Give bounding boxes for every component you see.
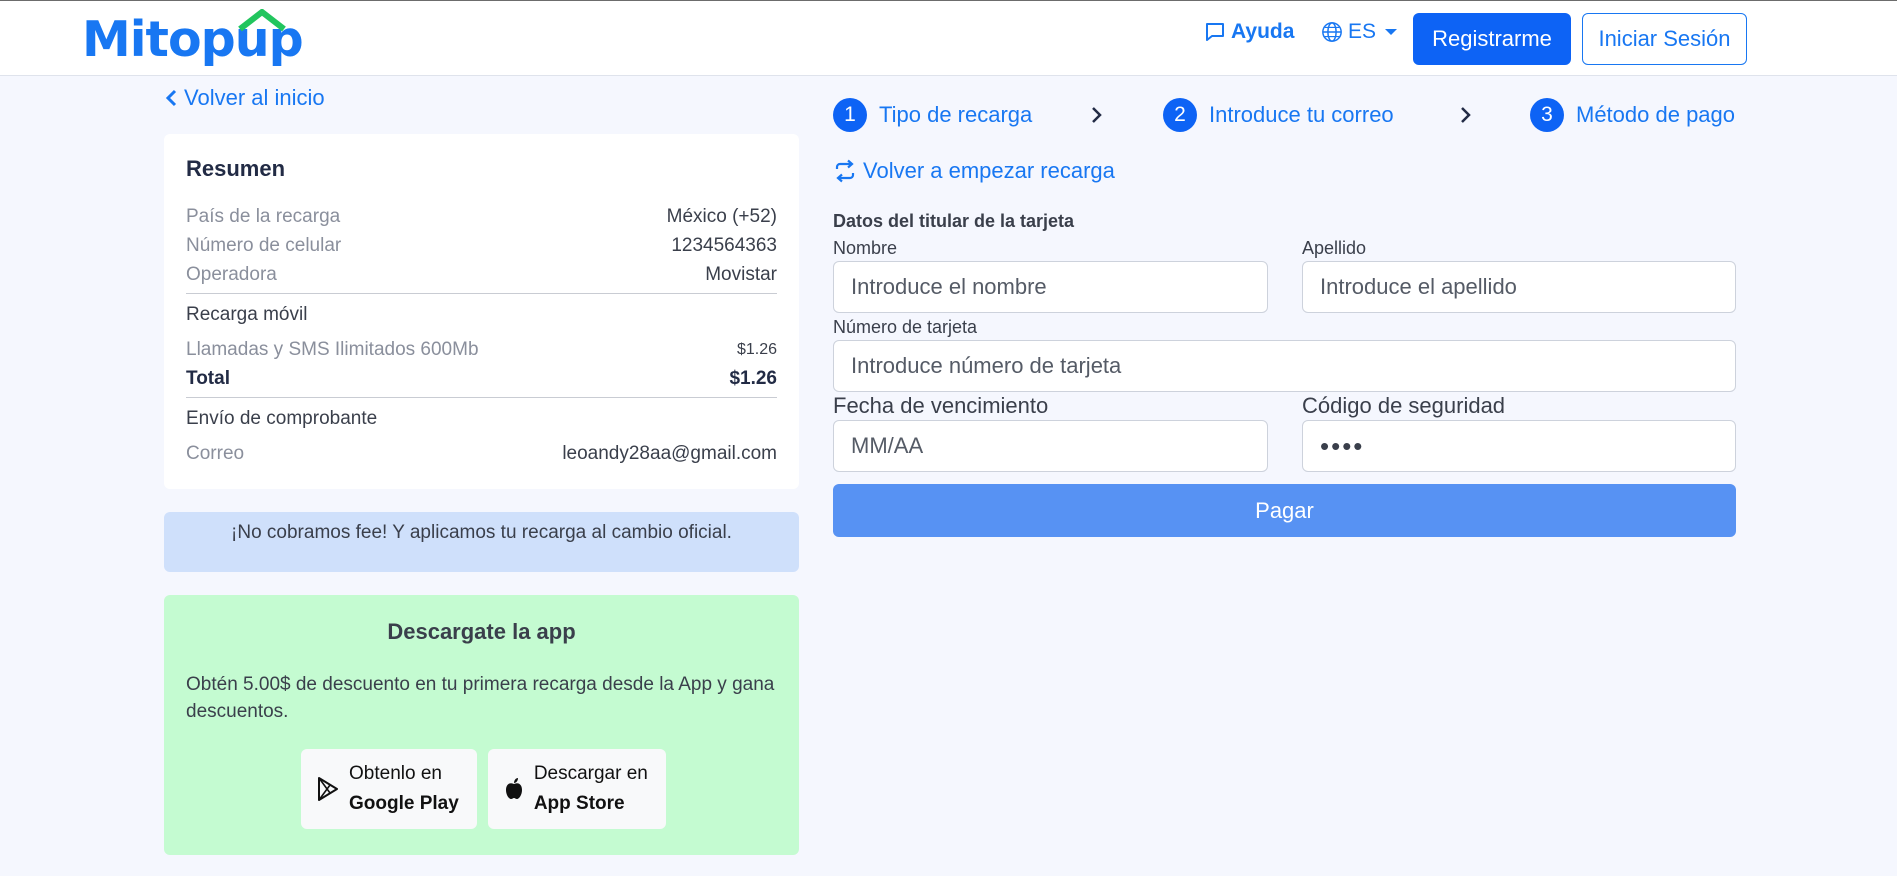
plan-label: Llamadas y SMS Ilimitados 600Mb <box>186 339 479 360</box>
apple-icon <box>505 778 522 799</box>
cardholder-section-title: Datos del titular de la tarjeta <box>833 211 1075 231</box>
back-to-home-link[interactable]: Volver al inicio <box>164 84 325 112</box>
summary-row: Número de celular 1234564363 <box>186 231 777 260</box>
plan-row: Llamadas y SMS Ilimitados 600Mb $1.26 <box>186 335 777 364</box>
step-label: Tipo de recarga <box>879 102 1033 127</box>
plan-price: $1.26 <box>736 341 777 358</box>
last-name-input[interactable] <box>1302 261 1736 313</box>
register-button[interactable]: Registrarme <box>1413 13 1571 65</box>
store-buttons: Obtenlo en Google Play Descargar en App … <box>301 749 666 829</box>
summary-title: Resumen <box>186 156 286 181</box>
mitopup-logo[interactable]: Mitopup <box>82 9 304 71</box>
summary-row: País de la recarga México (+52) <box>186 202 777 231</box>
step-number: 3 <box>1530 98 1564 132</box>
step-number: 1 <box>833 98 867 132</box>
card-number-input[interactable] <box>833 340 1736 392</box>
recharge-section-title: Recarga móvil <box>186 304 308 325</box>
step-number: 2 <box>1163 98 1197 132</box>
chevron-right-icon <box>1461 107 1471 123</box>
total-row: Total $1.26 <box>186 364 777 393</box>
receipt-section-title: Envío de comprobante <box>186 408 378 429</box>
app-store-line1: Descargar en <box>533 763 648 784</box>
expiry-date-input[interactable] <box>833 420 1268 472</box>
summary-row-label: Operadora <box>186 264 277 285</box>
divider <box>186 293 777 294</box>
chevron-left-icon <box>165 89 177 107</box>
download-app-card: Descargate la app Obtén 5.00$ de descuen… <box>164 595 799 855</box>
login-button[interactable]: Iniciar Sesión <box>1582 13 1747 65</box>
google-play-button[interactable]: Obtenlo en Google Play <box>301 749 477 829</box>
step-label: Introduce tu correo <box>1209 102 1394 127</box>
top-navbar: Mitopup Ayuda ES Registrarme Iniciar Ses… <box>0 0 1897 76</box>
summary-row-value: Movistar <box>705 264 777 285</box>
order-summary-card: Resumen País de la recarga México (+52) … <box>164 134 799 489</box>
summary-row-label: Número de celular <box>186 235 342 256</box>
globe-icon <box>1322 22 1342 42</box>
step-enter-email[interactable]: 2 Introduce tu correo <box>1163 98 1394 132</box>
language-selector[interactable]: ES <box>1321 17 1398 47</box>
expiry-date-label: Fecha de vencimiento <box>833 393 1049 418</box>
app-store-button[interactable]: Descargar en App Store <box>487 749 666 829</box>
card-number-label: Número de tarjeta <box>833 317 978 337</box>
app-card-title: Descargate la app <box>387 619 576 644</box>
email-row: Correo leoandy28aa@gmail.com <box>186 439 777 468</box>
google-play-line2: Google Play <box>349 793 459 814</box>
security-code-input[interactable] <box>1302 420 1736 472</box>
email-value: leoandy28aa@gmail.com <box>562 443 777 464</box>
email-label: Correo <box>186 443 245 464</box>
divider <box>186 397 777 398</box>
summary-row-label: País de la recarga <box>186 206 341 227</box>
no-fee-notice: ¡No cobramos fee! Y aplicamos tu recarga… <box>164 512 799 572</box>
step-recharge-type[interactable]: 1 Tipo de recarga <box>833 98 1032 132</box>
chevron-right-icon <box>1092 107 1102 123</box>
app-store-line2: App Store <box>533 793 625 814</box>
step-label: Método de pago <box>1576 102 1736 127</box>
last-name-label: Apellido <box>1302 238 1367 258</box>
house-roof-icon <box>238 9 286 32</box>
summary-row-value: México (+52) <box>666 206 777 227</box>
back-link-label: Volver al inicio <box>184 85 325 110</box>
checkout-steps: 1 Tipo de recarga 2 Introduce tu correo … <box>833 98 1737 132</box>
total-value: $1.26 <box>729 368 777 389</box>
step-payment-method[interactable]: 3 Método de pago <box>1530 98 1735 132</box>
summary-row: Operadora Movistar <box>186 260 777 289</box>
app-card-text: Obtén 5.00$ de descuento en tu primera r… <box>186 674 775 722</box>
google-play-line1: Obtenlo en <box>349 763 442 784</box>
language-label: ES <box>1348 20 1377 43</box>
refresh-arrows-icon <box>835 159 855 183</box>
summary-row-value: 1234564363 <box>671 235 777 256</box>
security-code-label: Código de seguridad <box>1302 393 1506 418</box>
restart-recharge-link[interactable]: Volver a empezar recarga <box>833 156 1115 186</box>
chat-bubble-icon <box>1206 23 1224 41</box>
pay-button[interactable]: Pagar <box>833 484 1736 537</box>
caret-down-icon <box>1385 29 1398 35</box>
first-name-label: Nombre <box>833 238 898 258</box>
restart-label: Volver a empezar recarga <box>863 158 1115 183</box>
help-label: Ayuda <box>1231 20 1295 43</box>
total-label: Total <box>186 368 230 389</box>
help-link[interactable]: Ayuda <box>1203 17 1294 47</box>
google-play-icon <box>318 777 338 801</box>
first-name-input[interactable] <box>833 261 1268 313</box>
